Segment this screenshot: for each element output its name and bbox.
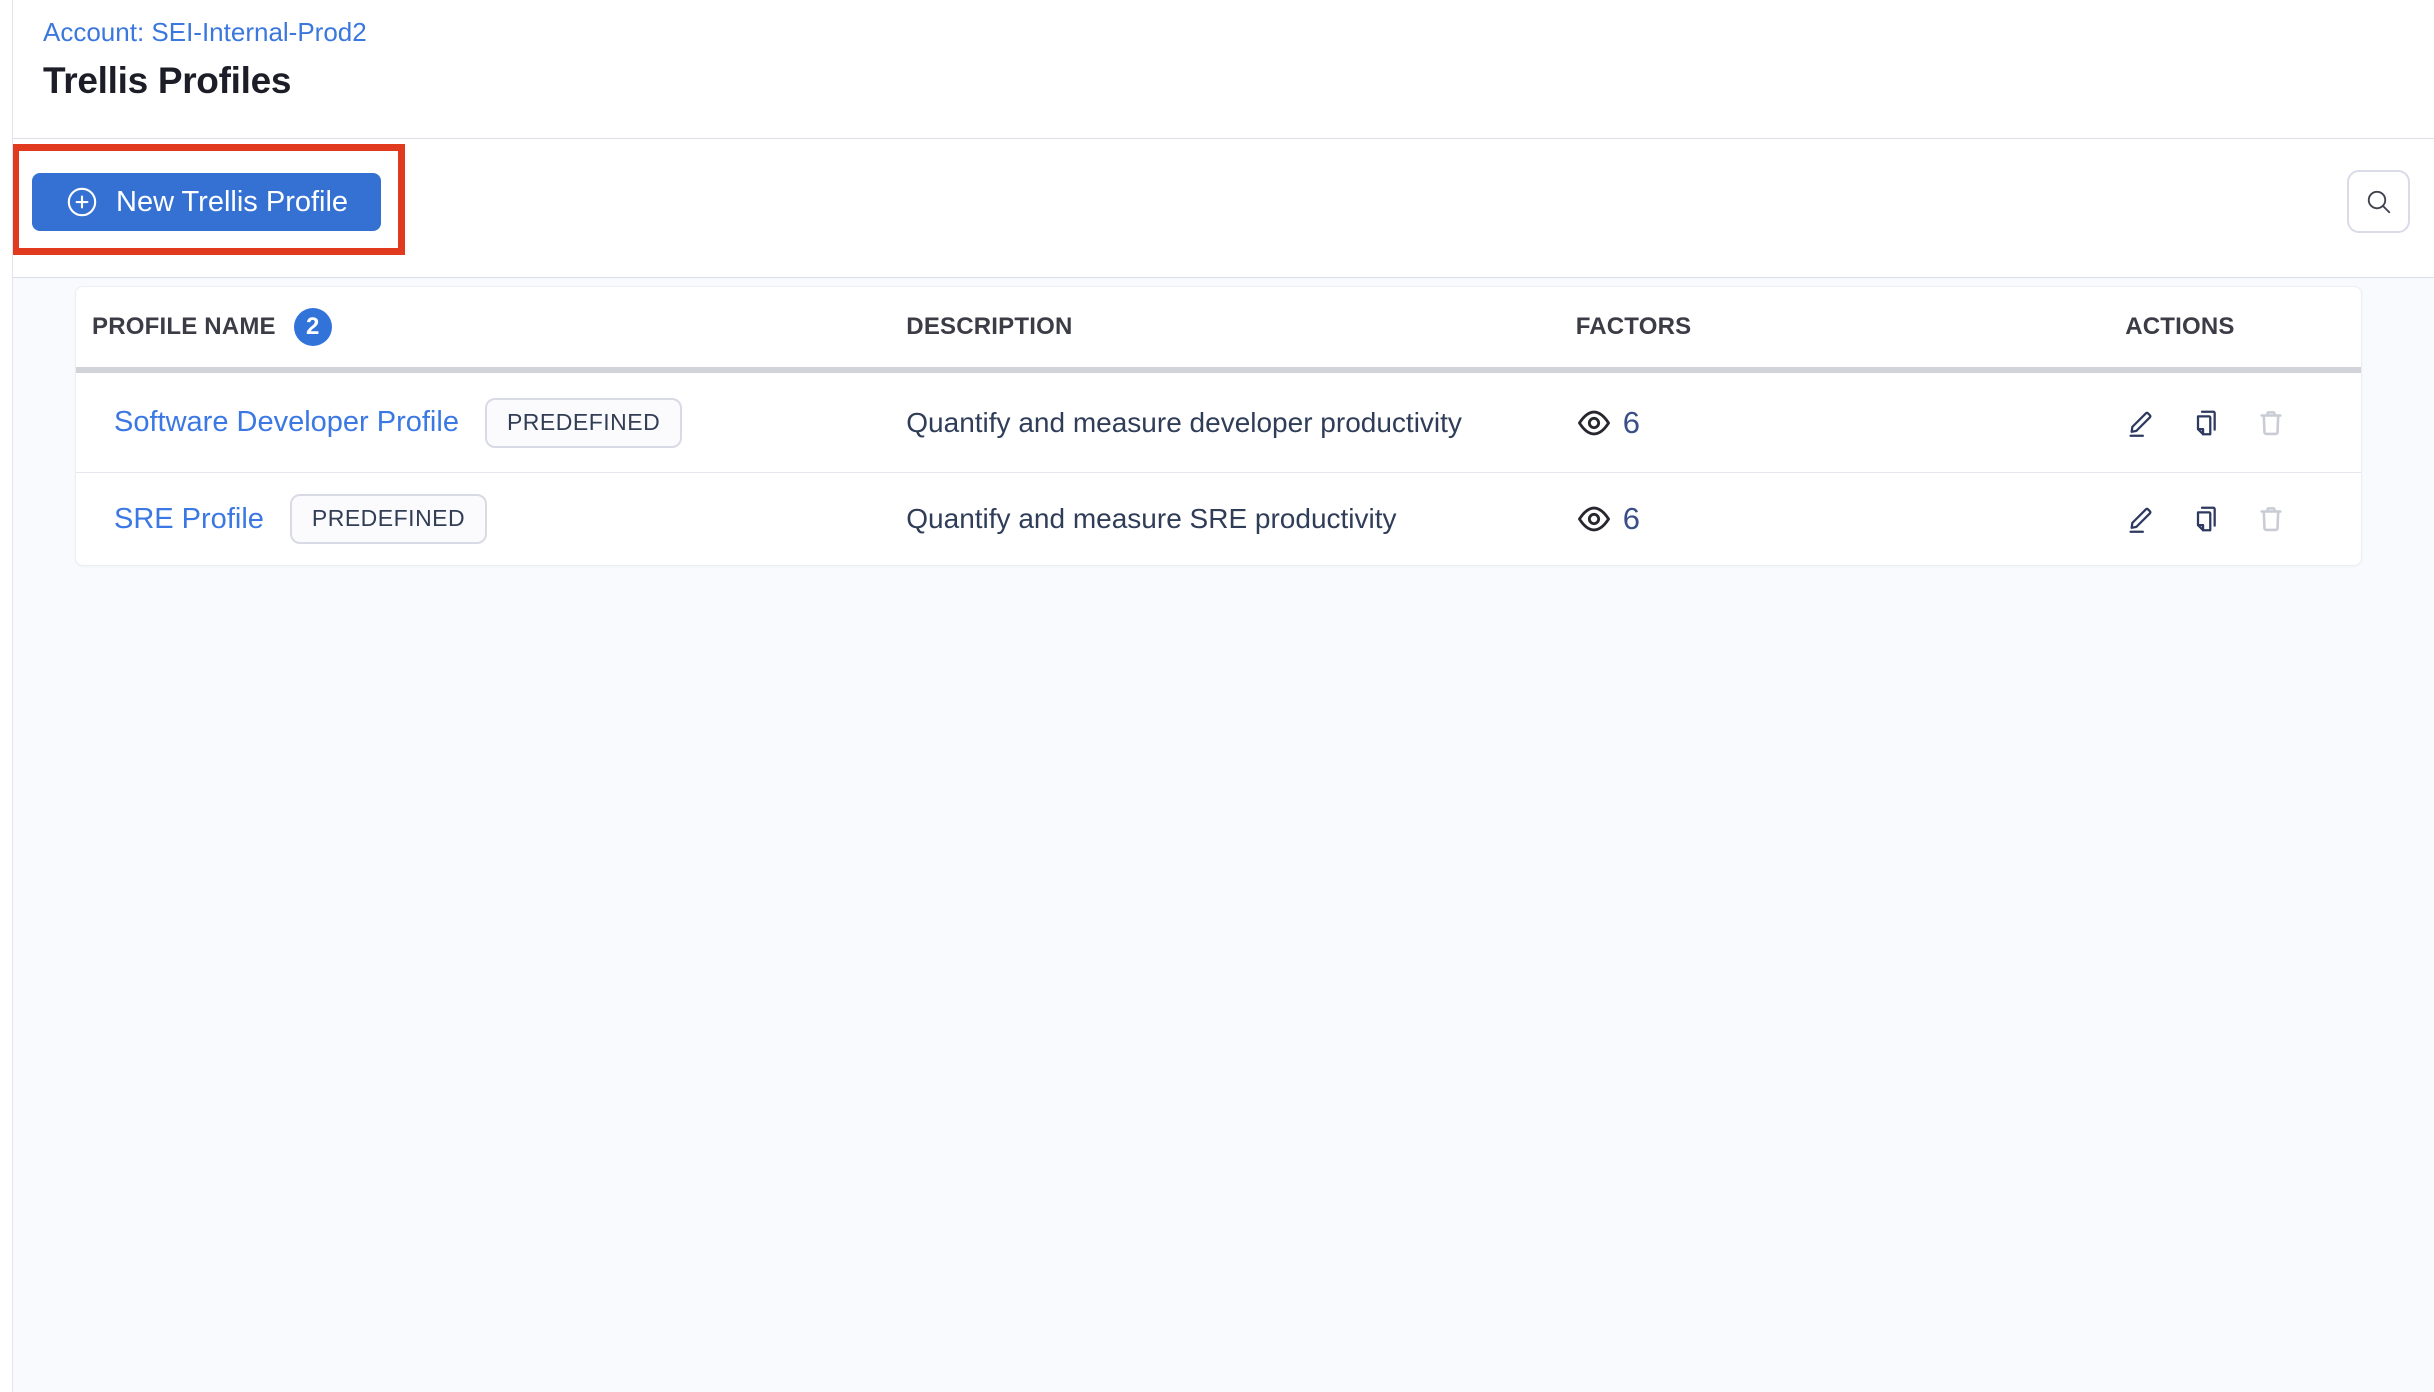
profile-link-sre[interactable]: SRE Profile [114,503,264,536]
left-gutter-divider [0,0,13,1392]
predefined-badge: PREDEFINED [289,494,488,544]
profile-name-header-label: PROFILE NAME [92,313,276,340]
description-cell: Quantify and measure SRE productivity [906,503,1397,534]
profile-count-badge: 2 [293,308,332,346]
search-icon [2364,187,2394,217]
profile-name-cell: SRE Profile PREDEFINED [76,494,880,544]
page-title: Trellis Profiles [43,60,292,101]
toolbar: New Trellis Profile [0,138,2434,278]
column-header-actions: ACTIONS [2125,313,2235,340]
trellis-profiles-table: PROFILE NAME 2 DESCRIPTION FACTORS ACTIO… [75,286,2362,566]
column-header-factors: FACTORS [1575,313,1692,340]
edit-button[interactable] [2125,407,2157,439]
edit-button[interactable] [2125,503,2157,535]
delete-button[interactable] [2255,407,2287,439]
actions-cell [2089,503,2361,535]
predefined-badge: PREDEFINED [484,397,683,448]
eye-icon [1576,405,1612,441]
delete-button[interactable] [2255,503,2287,535]
copy-button[interactable] [2190,407,2222,439]
actions-cell [2089,407,2361,439]
copy-button[interactable] [2190,503,2222,535]
factors-count: 6 [1622,404,1640,440]
profile-name-cell: Software Developer Profile PREDEFINED [76,397,880,448]
search-button[interactable] [2347,170,2410,233]
profile-link-software-developer[interactable]: Software Developer Profile [114,406,459,439]
plus-circle-icon [65,185,99,219]
column-header-profile-name: PROFILE NAME 2 [76,308,880,346]
column-header-description: DESCRIPTION [906,313,1073,340]
eye-icon [1576,501,1612,537]
new-trellis-profile-button-label: New Trellis Profile [116,185,349,218]
table-header-row: PROFILE NAME 2 DESCRIPTION FACTORS ACTIO… [76,287,2361,373]
factors-cell: 6 [1545,405,2090,441]
factors-count: 6 [1622,501,1640,536]
factors-cell: 6 [1545,501,2090,537]
table-row: Software Developer Profile PREDEFINED Qu… [76,373,2361,473]
description-cell: Quantify and measure developer productiv… [906,406,1462,438]
new-trellis-profile-button[interactable]: New Trellis Profile [32,173,382,231]
content-area: PROFILE NAME 2 DESCRIPTION FACTORS ACTIO… [0,278,2434,1392]
account-breadcrumb-link[interactable]: Account: SEI-Internal-Prod2 [43,16,367,48]
page-header: Account: SEI-Internal-Prod2 Trellis Prof… [0,0,2434,138]
table-row: SRE Profile PREDEFINED Quantify and meas… [76,473,2361,565]
